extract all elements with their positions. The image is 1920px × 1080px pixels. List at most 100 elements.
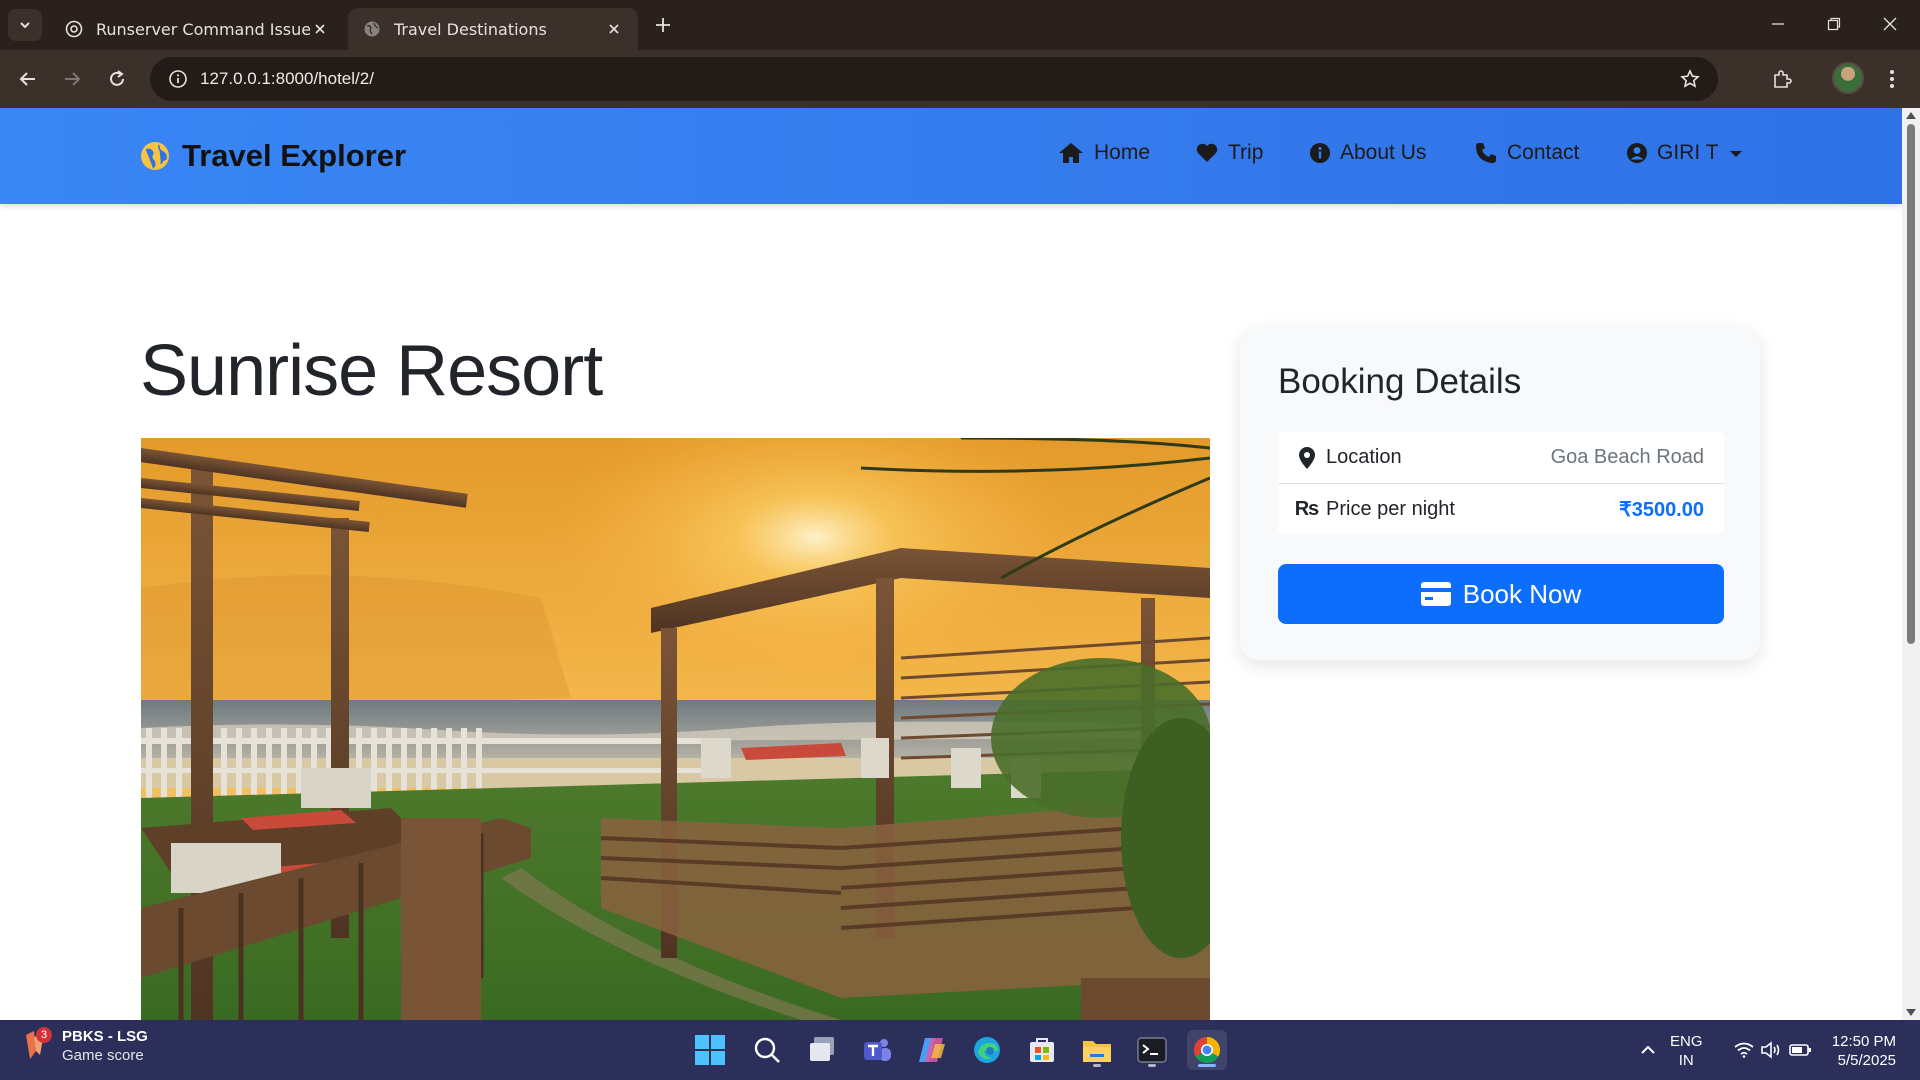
show-hidden-icons-button[interactable] xyxy=(1628,1030,1668,1070)
language-indicator[interactable]: ENG IN xyxy=(1670,1032,1703,1070)
restore-button[interactable] xyxy=(1814,6,1854,42)
windows-taskbar: 3 PBKS - LSG Game score ENG IN 12:50 PM … xyxy=(0,1020,1920,1080)
phone-icon xyxy=(1476,143,1496,163)
wifi-icon xyxy=(1734,1042,1754,1058)
chevron-down-icon xyxy=(20,22,30,29)
menu-button[interactable] xyxy=(1876,63,1908,95)
close-window-button[interactable] xyxy=(1870,6,1910,42)
credit-card-icon xyxy=(1420,582,1451,606)
widget-title: PBKS - LSG xyxy=(62,1028,148,1045)
nav-trip[interactable]: Trip xyxy=(1196,141,1263,165)
system-clock[interactable]: 12:50 PM 5/5/2025 xyxy=(1830,1032,1896,1070)
scroll-thumb[interactable] xyxy=(1907,124,1915,644)
heart-icon xyxy=(1196,143,1218,162)
location-value: Goa Beach Road xyxy=(1550,446,1704,468)
close-icon[interactable] xyxy=(604,19,624,39)
tab-search-button[interactable] xyxy=(8,9,42,41)
teams-button[interactable] xyxy=(857,1030,897,1070)
battery-status[interactable] xyxy=(1781,1030,1821,1070)
page-viewport: Travel Explorer Home Trip About Us Conta… xyxy=(0,108,1902,1020)
edge-button[interactable] xyxy=(967,1030,1007,1070)
tab-title: Travel Destinations xyxy=(394,19,547,39)
site-info-icon[interactable] xyxy=(156,57,200,101)
restore-icon xyxy=(1827,17,1841,31)
task-view-icon xyxy=(810,1037,834,1061)
terminal-button[interactable] xyxy=(1132,1030,1172,1070)
edge-icon xyxy=(974,1037,1000,1063)
nav-trip-label: Trip xyxy=(1228,141,1264,164)
copilot-icon xyxy=(919,1038,945,1062)
price-label: Price per night xyxy=(1326,497,1455,520)
terminal-icon xyxy=(1137,1037,1167,1063)
nav-about-label: About Us xyxy=(1340,141,1427,164)
plus-icon xyxy=(656,18,670,32)
browser-toolbar: 127.0.0.1:8000/hotel/2/ xyxy=(0,50,1920,108)
battery-icon xyxy=(1789,1044,1811,1056)
close-icon[interactable] xyxy=(310,19,330,39)
copilot-button[interactable] xyxy=(912,1030,952,1070)
forward-button[interactable] xyxy=(56,63,88,95)
store-icon xyxy=(1030,1038,1054,1062)
arrow-left-icon xyxy=(19,72,35,86)
nav-user-dropdown[interactable]: GIRI T xyxy=(1627,141,1743,165)
reload-button[interactable] xyxy=(101,63,133,95)
close-icon xyxy=(1883,17,1897,31)
cricket-icon: 3 xyxy=(22,1027,52,1063)
tab-travel-destinations[interactable]: Travel Destinations xyxy=(348,8,638,50)
url-text[interactable]: 127.0.0.1:8000/hotel/2/ xyxy=(200,69,374,89)
price-row: ₨ Price per night ₹3500.00 xyxy=(1278,483,1724,534)
map-pin-icon xyxy=(1296,446,1318,469)
arrow-right-icon xyxy=(65,72,81,86)
site-navbar: Travel Explorer Home Trip About Us Conta… xyxy=(0,108,1902,204)
user-name: GIRI T xyxy=(1657,141,1719,164)
brand-link[interactable]: Travel Explorer xyxy=(140,138,406,174)
scroll-down-icon[interactable] xyxy=(1906,1009,1916,1016)
chevron-up-icon xyxy=(1641,1045,1655,1054)
new-tab-button[interactable] xyxy=(650,12,676,38)
nav-contact[interactable]: Contact xyxy=(1475,141,1579,165)
minimize-button[interactable] xyxy=(1758,6,1798,42)
globe-icon xyxy=(141,142,169,170)
speaker-icon xyxy=(1761,1041,1780,1059)
puzzle-icon xyxy=(1774,70,1792,88)
bookmark-star-icon[interactable] xyxy=(1678,67,1702,91)
extensions-button[interactable] xyxy=(1766,63,1798,95)
price-value: ₹3500.00 xyxy=(1618,498,1704,521)
page-scrollbar[interactable] xyxy=(1902,108,1920,1020)
location-row: Location Goa Beach Road xyxy=(1278,432,1724,483)
tab-title: Runserver Command Issue xyxy=(96,19,310,39)
minimize-icon xyxy=(1772,23,1784,25)
store-button[interactable] xyxy=(1022,1030,1062,1070)
booking-card: Booking Details Location Goa Beach Road … xyxy=(1240,326,1760,660)
chrome-icon xyxy=(1193,1036,1221,1064)
widget-subtitle: Game score xyxy=(62,1047,144,1064)
task-view-button[interactable] xyxy=(802,1030,842,1070)
news-widget[interactable]: 3 PBKS - LSG Game score xyxy=(22,1027,148,1064)
home-icon xyxy=(1059,143,1083,163)
file-explorer-button[interactable] xyxy=(1077,1030,1117,1070)
address-bar[interactable]: 127.0.0.1:8000/hotel/2/ xyxy=(150,57,1718,101)
scroll-up-icon[interactable] xyxy=(1906,112,1916,119)
location-label: Location xyxy=(1326,446,1402,468)
booking-heading: Booking Details xyxy=(1278,362,1522,401)
search-button[interactable] xyxy=(747,1030,787,1070)
brand-name: Travel Explorer xyxy=(182,138,407,173)
windows-logo-icon xyxy=(695,1035,725,1065)
start-button[interactable] xyxy=(690,1030,730,1070)
profile-avatar[interactable] xyxy=(1832,62,1864,94)
back-button[interactable] xyxy=(12,63,44,95)
teams-icon xyxy=(864,1039,891,1061)
search-icon xyxy=(754,1037,780,1063)
reload-icon xyxy=(110,70,124,86)
nav-home[interactable]: Home xyxy=(1058,141,1150,165)
nav-contact-label: Contact xyxy=(1507,141,1580,164)
globe-icon xyxy=(362,19,382,39)
info-icon xyxy=(1310,143,1330,163)
book-now-button[interactable]: Book Now xyxy=(1278,564,1724,624)
nav-about-us[interactable]: About Us xyxy=(1310,141,1426,165)
rupee-icon: ₨ xyxy=(1294,497,1320,520)
more-vertical-icon xyxy=(1890,70,1894,88)
folder-icon xyxy=(1083,1041,1111,1062)
tab-runserver[interactable]: Runserver Command Issue xyxy=(50,8,344,50)
chrome-button[interactable] xyxy=(1187,1030,1227,1070)
